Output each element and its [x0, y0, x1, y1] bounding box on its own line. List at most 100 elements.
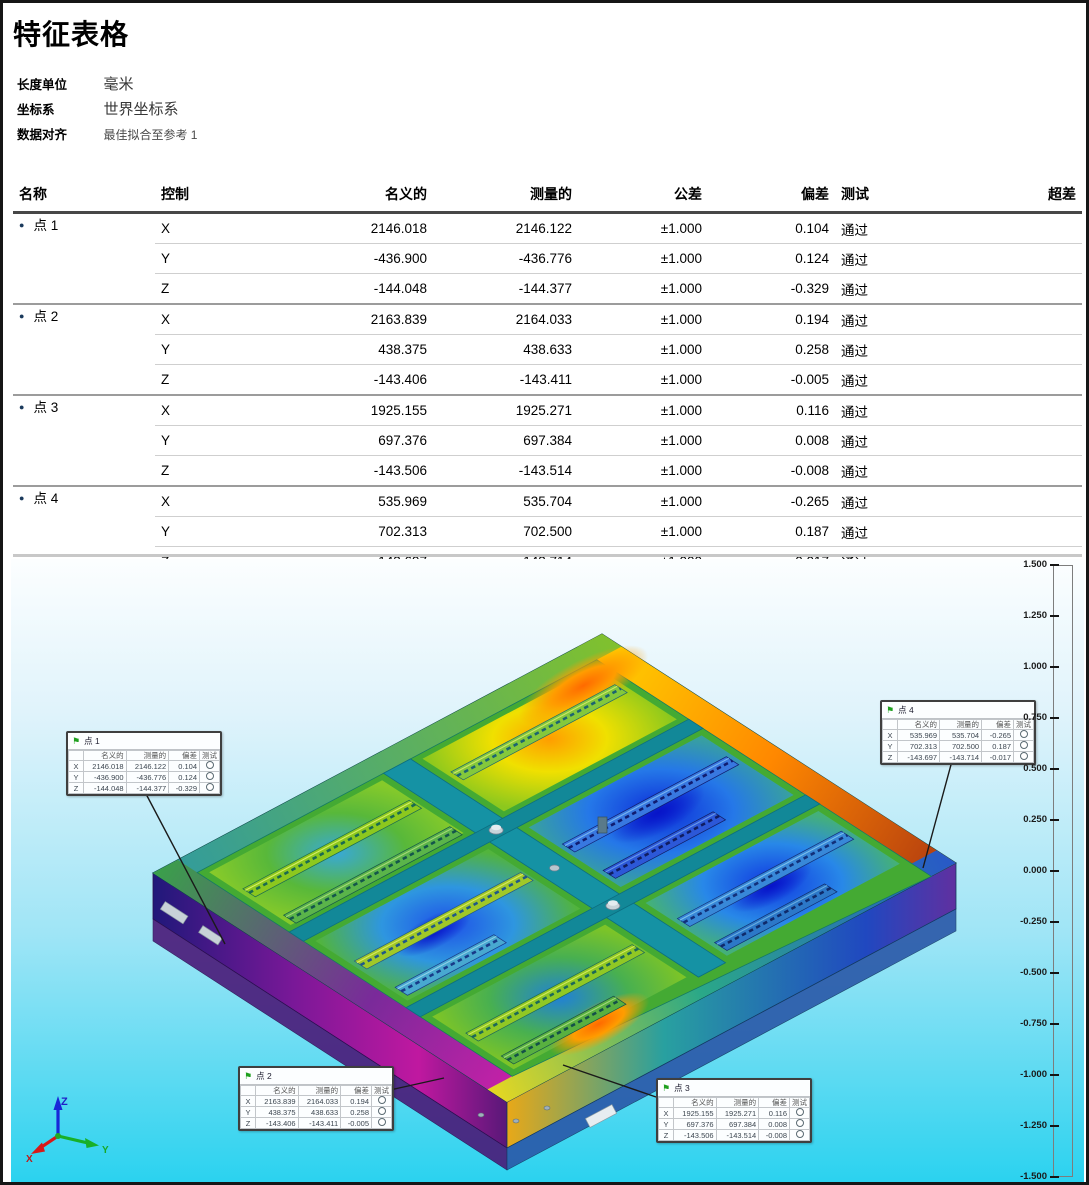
- cell-measured: 2146.122: [433, 213, 578, 244]
- callout-row: X1925.1551925.2710.116: [659, 1108, 810, 1119]
- test-pass-ring-icon: [1020, 730, 1028, 738]
- callout-test-cell: [1014, 741, 1034, 752]
- callout-col-header: 偏差: [759, 1098, 790, 1108]
- cell-outtol: [955, 244, 1082, 274]
- colorbar-tick-mark: [1050, 972, 1059, 974]
- meta-label: 数据对齐: [17, 124, 99, 143]
- colorbar-tick-label: -0.250: [995, 916, 1047, 927]
- meta-value: 最佳拟合至参考 1: [103, 128, 197, 142]
- cell-measured: 702.500: [433, 517, 578, 547]
- axis-label-x: X: [26, 1154, 33, 1165]
- cell-control: Y: [155, 517, 275, 547]
- cell-nominal: -436.900: [275, 244, 433, 274]
- callout-axis-label: X: [69, 761, 84, 772]
- colorbar-tick-label: 1.000: [995, 661, 1047, 672]
- callout-row: X535.969535.704-0.265: [883, 730, 1034, 741]
- callout-title: 点 3: [674, 1083, 690, 1093]
- cell-deviation: 0.187: [708, 517, 835, 547]
- callout-test-cell: [200, 783, 220, 794]
- viewport-3d: Z X Y ⚑点 1名义的测量的偏差测试X2146.0182146.1220.1…: [11, 559, 1084, 1184]
- cell-test: 通过: [835, 244, 955, 274]
- feature-row: Y438.375438.633±1.0000.258通过: [13, 335, 1082, 365]
- callout-axis-label: Z: [883, 752, 898, 763]
- flag-icon: ⚑: [72, 736, 80, 746]
- point-callout: ⚑点 3名义的测量的偏差测试X1925.1551925.2710.116Y697…: [656, 1078, 812, 1143]
- cell-measured: 697.384: [433, 426, 578, 456]
- callout-row: Z-143.506-143.514-0.008: [659, 1130, 810, 1141]
- callout-header: ⚑点 1: [68, 733, 220, 750]
- feature-table-body: ●点 1X2146.0182146.122±1.0000.104通过Y-436.…: [13, 213, 1082, 577]
- callout-test-cell: [200, 772, 220, 783]
- cell-control: X: [155, 304, 275, 335]
- callout-test-cell: [790, 1119, 810, 1130]
- cell-control: Z: [155, 365, 275, 396]
- callout-value: 0.187: [982, 741, 1014, 752]
- meta-value: 世界坐标系: [103, 101, 178, 118]
- cell-control: Z: [155, 274, 275, 305]
- test-pass-ring-icon: [206, 761, 214, 769]
- colorbar-tick-mark: [1050, 1125, 1059, 1127]
- test-pass-ring-icon: [1020, 752, 1028, 760]
- flag-icon: ⚑: [886, 705, 894, 715]
- colorbar-tick-mark: [1050, 564, 1059, 566]
- feature-table: 名称 控制 名义的 测量的 公差 偏差 测试 超差 ●点 1X2146.0182…: [13, 180, 1082, 576]
- point-bullet-icon: ●: [19, 402, 24, 412]
- cell-nominal: -143.406: [275, 365, 433, 396]
- cell-tolerance: ±1.000: [578, 517, 708, 547]
- cell-test: 通过: [835, 335, 955, 365]
- cell-nominal: -144.048: [275, 274, 433, 305]
- callout-col-header: 测试: [790, 1098, 810, 1108]
- cell-measured: 438.633: [433, 335, 578, 365]
- point-name-cell: ●点 2: [13, 304, 155, 395]
- callout-table: 名义的测量的偏差测试X535.969535.704-0.265Y702.3137…: [882, 719, 1034, 763]
- test-pass-ring-icon: [378, 1107, 386, 1115]
- cell-nominal: 535.969: [275, 486, 433, 517]
- callout-row: Y-436.900-436.7760.124: [69, 772, 220, 783]
- callout-axis-label: Y: [659, 1119, 674, 1130]
- colorbar-tick-mark: [1050, 615, 1059, 617]
- callout-col-header: 测量的: [940, 720, 982, 730]
- callout-value: 1925.271: [716, 1108, 759, 1119]
- cell-measured: 2164.033: [433, 304, 578, 335]
- callout-axis-label: Y: [241, 1107, 256, 1118]
- callout-value: -436.776: [126, 772, 169, 783]
- callout-value: -143.411: [298, 1118, 341, 1129]
- feature-table-header: 名称 控制 名义的 测量的 公差 偏差 测试 超差: [13, 180, 1082, 213]
- callout-value: 438.633: [298, 1107, 341, 1118]
- callout-test-cell: [372, 1096, 392, 1107]
- cell-outtol: [955, 517, 1082, 547]
- callout-value: -143.714: [940, 752, 982, 763]
- callout-axis-label: Y: [883, 741, 898, 752]
- test-pass-ring-icon: [796, 1108, 804, 1116]
- callout-axis-label: X: [659, 1108, 674, 1119]
- cell-test: 通过: [835, 395, 955, 426]
- callout-title: 点 4: [898, 705, 914, 715]
- meta-label: 坐标系: [17, 99, 99, 118]
- cell-tolerance: ±1.000: [578, 304, 708, 335]
- colorbar-tick-label: -1.500: [995, 1171, 1047, 1182]
- callout-table: 名义的测量的偏差测试X1925.1551925.2710.116Y697.376…: [658, 1097, 810, 1141]
- point-callout: ⚑点 1名义的测量的偏差测试X2146.0182146.1220.104Y-43…: [66, 731, 222, 796]
- callout-value: -436.900: [84, 772, 127, 783]
- section-divider: [13, 554, 1082, 557]
- callout-col-header: 名义的: [256, 1086, 299, 1096]
- cell-outtol: [955, 274, 1082, 305]
- scene-3d: Z X Y: [11, 559, 1084, 1184]
- cell-outtol: [955, 304, 1082, 335]
- cell-nominal: 702.313: [275, 517, 433, 547]
- callout-value: 697.376: [674, 1119, 717, 1130]
- callout-col-header: 名义的: [674, 1098, 717, 1108]
- callout-value: -143.506: [674, 1130, 717, 1141]
- page-title: 特征表格: [13, 13, 129, 53]
- callout-axis-label: Z: [69, 783, 84, 794]
- cell-measured: 1925.271: [433, 395, 578, 426]
- callout-value: 0.008: [759, 1119, 790, 1130]
- cell-outtol: [955, 365, 1082, 396]
- cell-deviation: 0.258: [708, 335, 835, 365]
- cell-control: Y: [155, 426, 275, 456]
- callout-test-cell: [790, 1130, 810, 1141]
- test-pass-ring-icon: [796, 1119, 804, 1127]
- cell-outtol: [955, 213, 1082, 244]
- callout-header: ⚑点 3: [658, 1080, 810, 1097]
- callout-col-header: 测试: [200, 751, 220, 761]
